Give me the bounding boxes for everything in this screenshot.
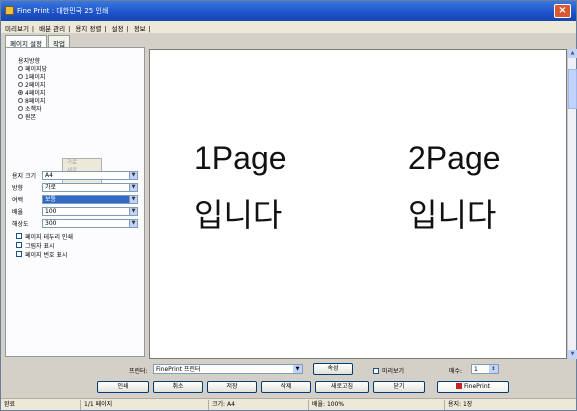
- radio-label: 원본: [25, 113, 37, 121]
- radio-icon[interactable]: [18, 73, 23, 79]
- preview-checkbox-row[interactable]: 미리보기: [373, 366, 404, 375]
- orientation-select[interactable]: 가로 ▼: [42, 182, 138, 192]
- checkbox-icon[interactable]: [16, 251, 22, 257]
- window-title: Fine Print : 대한민국 25 인쇄: [17, 7, 109, 15]
- menu-bar: 미리보기 | 배분 관리 | 용지 정렬 | 설정 | 정보 |: [1, 21, 576, 33]
- scroll-up-icon[interactable]: ▲: [568, 49, 577, 58]
- printer-select-value: FinePrint 프린터: [156, 366, 201, 373]
- status-scale: 배율: 100%: [309, 400, 445, 410]
- select-value: 100: [45, 207, 57, 215]
- radio-icon[interactable]: [18, 97, 23, 103]
- field-paper-size: 용지 크기 A4 ▼: [12, 170, 144, 180]
- printer-label: 프린터:: [129, 368, 148, 375]
- checkbox-label: 미리보기: [382, 368, 405, 375]
- field-orientation: 방향 가로 ▼: [12, 182, 144, 192]
- status-size: 크기: A4: [209, 400, 309, 410]
- field-label: 배율: [12, 208, 24, 216]
- field-scale: 배율 100 ▼: [12, 206, 144, 216]
- checkbox-label: 페이지 테두리 인쇄: [25, 233, 73, 241]
- chevron-down-icon[interactable]: ▼: [293, 365, 302, 373]
- checkbox-row[interactable]: 페이지 번호 표시: [16, 250, 68, 259]
- select-value: 300: [45, 219, 57, 227]
- radio-icon[interactable]: [18, 81, 23, 87]
- close-button[interactable]: ×: [554, 4, 571, 18]
- properties-button[interactable]: 속성: [313, 363, 353, 375]
- menu-item-info[interactable]: 정보: [130, 21, 148, 33]
- close-dialog-button[interactable]: 닫기: [373, 381, 425, 393]
- page-2-body: 입니다: [408, 197, 497, 233]
- checkbox-row[interactable]: 페이지 테두리 인쇄: [16, 232, 73, 241]
- select-value: 보통: [45, 195, 57, 203]
- chevron-down-icon[interactable]: ▼: [129, 195, 137, 203]
- menu-item-layout[interactable]: 배분 관리: [35, 21, 67, 33]
- printer-select[interactable]: FinePrint 프린터 ▼: [153, 364, 303, 374]
- checkbox-row[interactable]: 그림자 표시: [16, 241, 55, 250]
- radio-icon[interactable]: [18, 105, 23, 111]
- radio-option[interactable]: 원본: [18, 112, 68, 121]
- options-panel: 용지방향 페이지당 1페이지 2페이지 4페이지 8페이지 소책자 원본 가로 …: [5, 47, 145, 357]
- title-bar[interactable]: Fine Print : 대한민국 25 인쇄 ×: [1, 1, 576, 21]
- menu-item-paper[interactable]: 용지 정렬: [71, 21, 103, 33]
- resolution-select[interactable]: 300 ▼: [42, 218, 138, 228]
- chevron-down-icon[interactable]: ▼: [129, 207, 137, 215]
- fineprint-logo-text: FinePrint: [464, 383, 490, 390]
- print-preview-area: 1Page 입니다 2Page 입니다: [149, 49, 567, 359]
- cancel-button[interactable]: 취소: [153, 381, 203, 393]
- panel-tabs: 페이지 설정 작업: [5, 35, 71, 49]
- field-label: 용지 크기: [12, 172, 36, 180]
- action-button-bar: 인쇄 취소 저장 삭제 새로고침 닫기 FinePrint: [1, 381, 576, 395]
- status-sheets: 용지: 1장: [448, 401, 473, 408]
- fineprint-logo-icon: [456, 383, 462, 389]
- checkbox-label: 페이지 번호 표시: [25, 251, 68, 259]
- application-window: Fine Print : 대한민국 25 인쇄 × 미리보기 | 배분 관리 | 용지 …: [0, 0, 577, 411]
- app-icon: [5, 6, 14, 15]
- menu-item-settings[interactable]: 설정: [108, 21, 126, 33]
- vertical-scrollbar[interactable]: ▲ ▼: [567, 49, 577, 359]
- status-page: 1/1 페이지: [81, 400, 209, 410]
- field-label: 방향: [12, 184, 24, 192]
- page-2-title: 2Page: [408, 140, 501, 176]
- select-value: A4: [45, 171, 53, 179]
- checkbox-icon[interactable]: [16, 242, 22, 248]
- status-state: 완료: [1, 400, 81, 410]
- field-margin: 여백 보통 ▼: [12, 194, 144, 204]
- radio-selected-icon[interactable]: [18, 89, 23, 95]
- radio-icon[interactable]: [18, 113, 23, 119]
- printer-controls: 프린터: FinePrint 프린터 ▼ 속성 미리보기 매수: 1 ⇕: [1, 363, 576, 377]
- refresh-button[interactable]: 새로고침: [315, 381, 369, 393]
- scroll-thumb[interactable]: [568, 69, 577, 109]
- checkbox-icon[interactable]: [373, 368, 379, 374]
- radio-icon[interactable]: [18, 65, 23, 71]
- chevron-down-icon[interactable]: ▼: [129, 171, 137, 179]
- margin-select[interactable]: 보통 ▼: [42, 194, 138, 204]
- disabled-option: 가로: [67, 160, 78, 166]
- page-1-title: 1Page: [194, 140, 287, 176]
- chevron-down-icon[interactable]: ▼: [129, 183, 137, 191]
- checkbox-icon[interactable]: [16, 233, 22, 239]
- spin-arrows-icon[interactable]: ⇕: [489, 365, 498, 373]
- copies-value: 1: [474, 366, 478, 373]
- chevron-down-icon[interactable]: ▼: [129, 219, 137, 227]
- copies-label: 매수:: [449, 368, 463, 375]
- scroll-down-icon[interactable]: ▼: [568, 350, 577, 359]
- print-button[interactable]: 인쇄: [97, 381, 149, 393]
- layout-radio-group: 용지방향 페이지당 1페이지 2페이지 4페이지 8페이지 소책자 원본: [18, 56, 68, 134]
- select-value: 가로: [45, 183, 57, 191]
- scale-select[interactable]: 100 ▼: [42, 206, 138, 216]
- paper-size-select[interactable]: A4 ▼: [42, 170, 138, 180]
- menu-item-preview[interactable]: 미리보기: [1, 21, 31, 33]
- page-1-body: 입니다: [194, 197, 283, 233]
- copies-input[interactable]: 1 ⇕: [471, 364, 499, 374]
- delete-button[interactable]: 삭제: [261, 381, 311, 393]
- fineprint-logo-button[interactable]: FinePrint: [437, 381, 509, 393]
- field-resolution: 해상도 300 ▼: [12, 218, 144, 228]
- save-button[interactable]: 저장: [207, 381, 257, 393]
- checkbox-label: 그림자 표시: [25, 242, 55, 250]
- field-label: 여백: [12, 196, 24, 204]
- field-label: 해상도: [12, 220, 29, 228]
- menu-separator: |: [148, 25, 151, 33]
- status-bar: 완료 1/1 페이지 크기: A4 배율: 100% 용지: 1장: [1, 398, 576, 410]
